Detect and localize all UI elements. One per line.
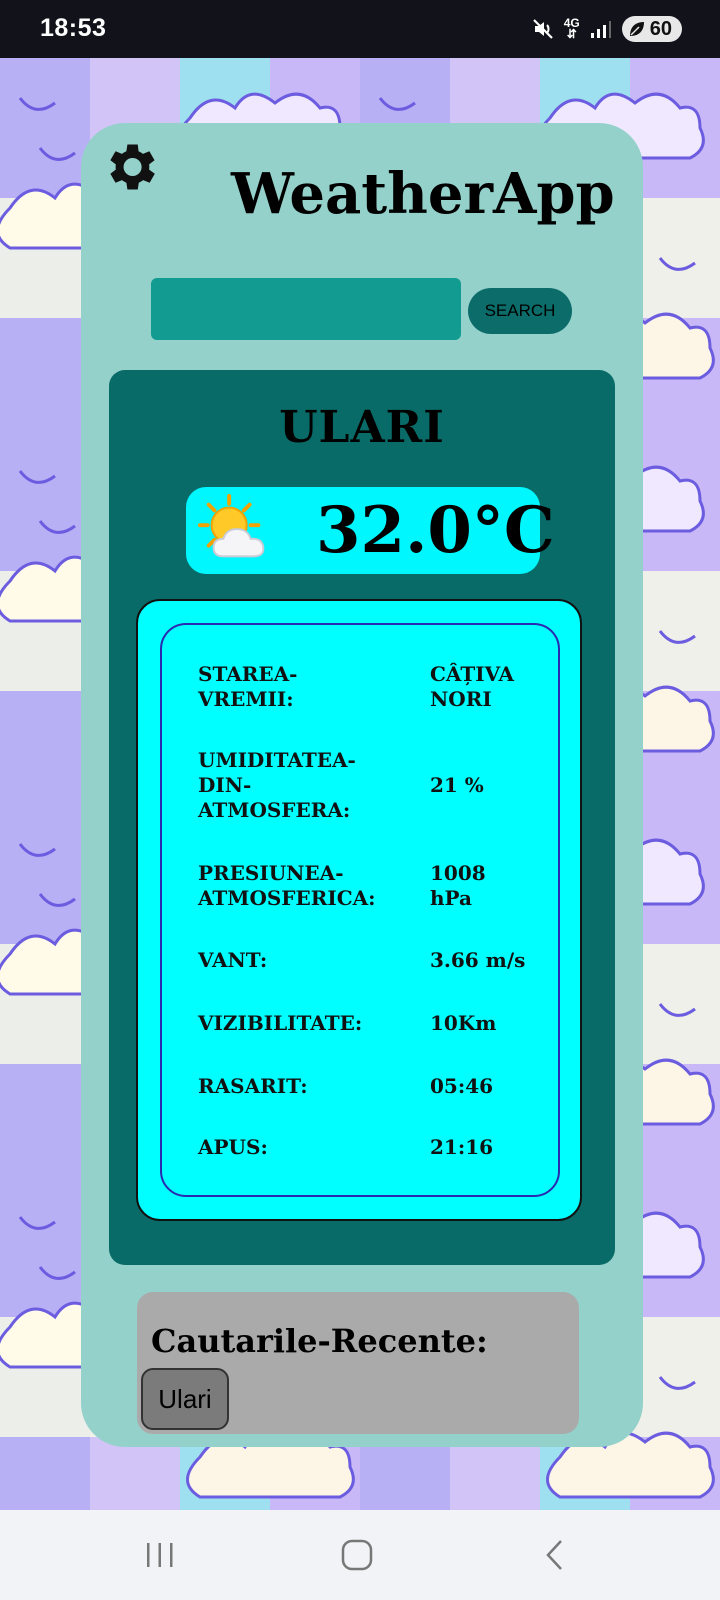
- search-button[interactable]: SEARCH: [468, 288, 572, 334]
- back-button[interactable]: [495, 1510, 615, 1600]
- back-icon: [546, 1540, 562, 1570]
- recent-apps-button[interactable]: [100, 1510, 220, 1600]
- detail-label-humidity: UMIDITATEA-DIN-ATMOSFERA:: [198, 748, 356, 822]
- detail-value-sunrise: 05:46: [430, 1074, 494, 1098]
- gear-icon[interactable]: [99, 136, 161, 198]
- details-list: STAREA-VREMII: CÂȚIVA NORI UMIDITATEA-DI…: [160, 623, 560, 1197]
- signal-icon: [590, 21, 611, 38]
- battery-indicator: 60: [621, 16, 682, 42]
- search-input[interactable]: [151, 278, 461, 340]
- temperature-value: 32.0°C: [316, 493, 555, 568]
- main-card: WeatherApp SEARCH ULARI 32.0°C STAREA-VR…: [81, 123, 643, 1447]
- mute-icon: [532, 19, 553, 39]
- detail-label-visibility: VIZIBILITATE:: [198, 1011, 363, 1035]
- network-type-icon: 4G ⇵: [563, 16, 580, 41]
- detail-value-sunset: 21:16: [430, 1135, 494, 1159]
- weather-panel: ULARI 32.0°C STAREA-VREMII: CÂȚIVA NORI …: [109, 370, 615, 1265]
- detail-value-wind: 3.66 m/s: [430, 948, 526, 972]
- detail-value-pressure: 1008 hPa: [430, 861, 486, 910]
- sun-behind-cloud-icon: [197, 493, 265, 558]
- detail-value-visibility: 10Km: [430, 1011, 497, 1035]
- temperature-box: 32.0°C: [186, 487, 555, 574]
- home-button[interactable]: [297, 1510, 417, 1600]
- status-time: 18:53: [40, 14, 107, 42]
- city-name: ULARI: [279, 402, 445, 453]
- detail-label-sunrise: RASARIT:: [198, 1074, 308, 1098]
- recent-apps-icon: [147, 1543, 173, 1567]
- detail-value-condition: CÂȚIVA NORI: [430, 662, 515, 711]
- app-title: WeatherApp: [231, 161, 615, 227]
- details-card: STAREA-VREMII: CÂȚIVA NORI UMIDITATEA-DI…: [136, 599, 582, 1221]
- status-bar: 18:53 4G ⇵ 60: [0, 0, 720, 58]
- detail-label-condition: STAREA-VREMII:: [198, 662, 298, 711]
- detail-label-wind: VANT:: [198, 948, 268, 972]
- detail-label-sunset: APUS:: [198, 1135, 268, 1159]
- home-icon: [341, 1539, 373, 1571]
- battery-level: 60: [649, 17, 672, 40]
- recent-searches: Cautarile-Recente: Ulari: [137, 1292, 579, 1434]
- detail-value-humidity: 21 %: [430, 773, 484, 797]
- recent-search-item[interactable]: Ulari: [141, 1368, 229, 1430]
- recent-searches-title: Cautarile-Recente:: [151, 1322, 488, 1360]
- navigation-bar: [0, 1510, 720, 1600]
- leaf-icon: [629, 22, 644, 36]
- status-icons: 4G ⇵ 60: [532, 11, 682, 47]
- detail-label-pressure: PRESIUNEA-ATMOSFERICA:: [198, 861, 376, 910]
